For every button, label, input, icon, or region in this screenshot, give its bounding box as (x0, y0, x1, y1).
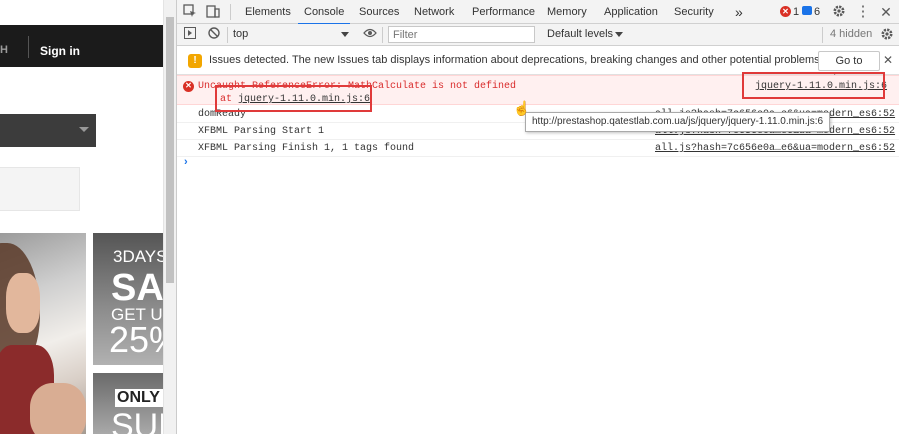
page-scrollbar[interactable] (163, 0, 176, 434)
chevron-down-icon (79, 127, 89, 132)
tabbar-divider (230, 4, 231, 20)
stack-prefix: at (220, 94, 239, 105)
warning-icon: ! (188, 54, 202, 68)
site-header-divider (28, 36, 29, 58)
console-error-row[interactable]: ✕ Uncaught ReferenceError: MathCalculate… (177, 75, 899, 105)
site-topbar (0, 0, 163, 25)
context-selector[interactable]: top (233, 24, 353, 45)
go-to-issues-button[interactable]: Go to Issues (818, 51, 880, 85)
promo-line: SUN (111, 407, 163, 434)
log-levels-dropdown[interactable]: Default levels (547, 24, 643, 45)
error-message: Uncaught ReferenceError: MathCalculate i… (198, 81, 517, 92)
toolbar-divider (822, 27, 823, 43)
tab-application[interactable]: Application (604, 0, 658, 24)
tab-security[interactable]: Security (674, 0, 714, 24)
console-log-row[interactable]: XFBML Parsing Finish 1, 1 tags found all… (177, 140, 899, 157)
promo-banner-sale[interactable]: 3DAYS SAL GET UP 25% (93, 233, 163, 365)
clear-console-icon[interactable] (206, 27, 222, 43)
tab-performance[interactable]: Performance (472, 0, 535, 24)
devtools-panel: Elements Console Sources Network Perform… (176, 0, 899, 434)
devtools-tabbar: Elements Console Sources Network Perform… (177, 0, 899, 25)
close-icon[interactable]: ✕ (878, 4, 894, 20)
website-page: H Sign in 3DAYS SAL GET UP 25% ONLY O SU… (0, 0, 163, 434)
sign-in-link[interactable]: Sign in (40, 44, 80, 58)
tab-network[interactable]: Network (414, 0, 454, 24)
stack-source-link[interactable]: jquery-1.11.0.min.js:6 (238, 94, 370, 105)
scrollbar-thumb[interactable] (166, 17, 174, 283)
log-message: XFBML Parsing Start 1 (198, 126, 325, 137)
device-toolbar-icon[interactable] (205, 4, 221, 20)
promo-line: 3DAYS (113, 247, 163, 266)
tab-sources[interactable]: Sources (359, 0, 399, 24)
hero-face-shape (6, 273, 40, 333)
error-count[interactable]: 1 (793, 0, 799, 24)
tab-console-label: Console (304, 6, 345, 18)
error-source-link[interactable]: jquery-1.11.0.min.js:6 (755, 81, 887, 92)
toolbar-divider (227, 27, 228, 43)
log-levels-value: Default levels (547, 28, 614, 40)
close-icon[interactable]: ✕ (883, 53, 893, 67)
hidden-messages-count: 4 hidden (830, 28, 873, 40)
link-tooltip: http://prestashop.qatestlab.com.ua/js/jq… (525, 112, 830, 132)
console-prompt[interactable]: › (184, 156, 188, 168)
promo-banner-sunday[interactable]: ONLY O SUN (93, 373, 163, 434)
message-count[interactable]: 6 (814, 0, 820, 24)
context-selector-value: top (233, 28, 249, 40)
toolbar-divider (382, 27, 383, 43)
log-message: XFBML Parsing Finish 1, 1 tags found (198, 143, 415, 154)
site-header-text: H (0, 44, 8, 56)
tab-console[interactable]: Console (298, 0, 351, 25)
error-count-icon[interactable]: ✕ (780, 6, 791, 17)
message-count-icon[interactable] (802, 6, 812, 15)
log-message: domReady (198, 109, 247, 120)
hand-cursor-icon: ☝ (513, 100, 531, 116)
chevron-down-icon (615, 32, 623, 37)
gear-icon[interactable] (831, 4, 847, 20)
site-header-bar (0, 25, 163, 67)
log-source-link[interactable]: all.js?hash=7c656e0a…e6&ua=modern_es6:52 (655, 143, 895, 154)
error-icon: ✕ (183, 81, 194, 92)
site-menu-dropdown[interactable] (0, 114, 96, 147)
console-toolbar: top Default levels 4 hidden (177, 24, 899, 46)
site-search-box[interactable] (0, 167, 80, 211)
console-settings-gear-icon[interactable] (879, 27, 895, 43)
promo-line: SAL (111, 267, 163, 309)
chevron-down-icon (341, 32, 349, 37)
tab-memory[interactable]: Memory (547, 0, 587, 24)
error-stack-line: at jquery-1.11.0.min.js:6 (220, 94, 370, 105)
more-options-icon[interactable]: ⋮ (855, 4, 871, 20)
sidebar-toggle-icon[interactable] (182, 27, 198, 43)
eye-icon[interactable] (362, 27, 378, 43)
hero-banner-image[interactable] (0, 233, 86, 434)
inspect-element-icon[interactable] (182, 4, 198, 20)
filter-input[interactable] (388, 26, 535, 43)
more-tabs-button[interactable]: » (735, 0, 743, 24)
issues-banner: ! Issues detected. The new Issues tab di… (177, 47, 899, 85)
promo-line: 25% (109, 319, 163, 360)
promo-line: ONLY O (115, 389, 163, 407)
hero-arm-shape (30, 383, 86, 434)
tab-elements[interactable]: Elements (245, 0, 291, 24)
issues-message: Issues detected. The new Issues tab disp… (209, 54, 823, 66)
